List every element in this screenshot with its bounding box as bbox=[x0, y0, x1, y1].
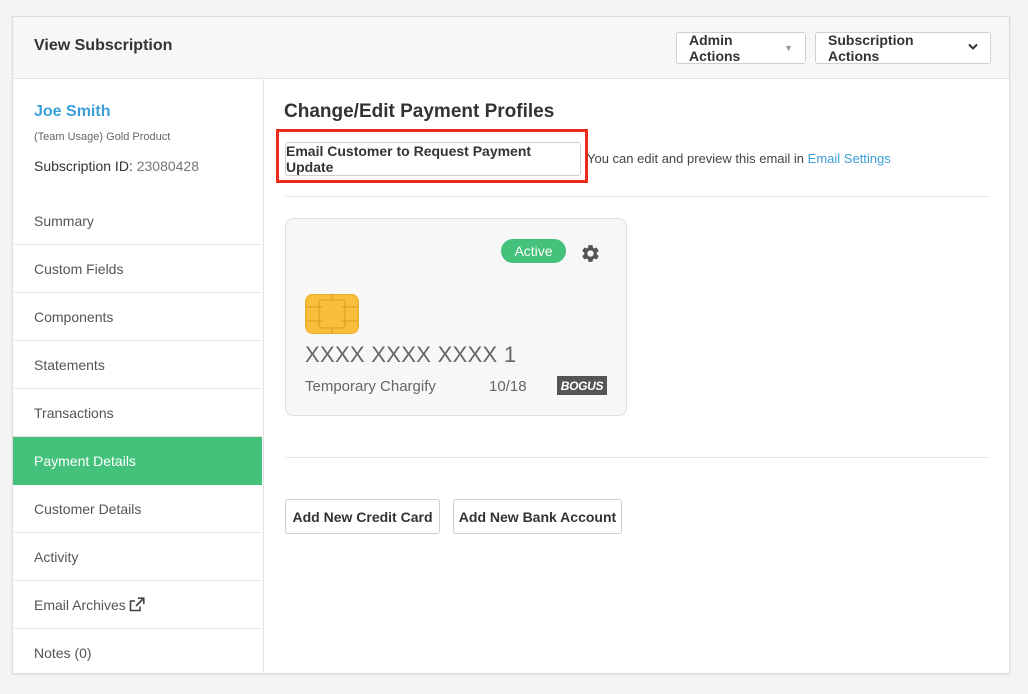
sidebar-item-payment-details[interactable]: Payment Details bbox=[13, 437, 262, 485]
email-note-text: You can edit and preview this email in bbox=[587, 151, 805, 166]
email-note: You can edit and preview this email in E… bbox=[587, 151, 891, 166]
divider bbox=[285, 196, 989, 197]
sidebar-item-email-archives[interactable]: Email Archives bbox=[13, 581, 262, 629]
add-credit-card-button[interactable]: Add New Credit Card bbox=[285, 499, 440, 534]
sidebar-item-label: Customer Details bbox=[34, 500, 142, 517]
sidebar-item-label: Notes (0) bbox=[34, 644, 92, 661]
sidebar-item-label: Activity bbox=[34, 548, 79, 565]
sidebar-item-notes[interactable]: Notes (0) bbox=[13, 629, 262, 676]
subscription-id-label: Subscription ID: bbox=[34, 158, 133, 174]
caret-down-icon: ▼ bbox=[784, 43, 793, 53]
sidebar-item-label: Custom Fields bbox=[34, 260, 124, 277]
sidebar-item-transactions[interactable]: Transactions bbox=[13, 389, 262, 437]
sidebar: Joe Smith (Team Usage) Gold Product Subs… bbox=[13, 78, 264, 673]
payment-card: Active XXXX XXXX XXXX 1 Temporary Chargi… bbox=[285, 218, 627, 416]
card-brand-logo: BOGUS bbox=[557, 376, 607, 395]
subscription-panel: View Subscription Admin Actions ▼ Subscr… bbox=[12, 16, 1010, 674]
card-number: XXXX XXXX XXXX 1 bbox=[305, 342, 517, 367]
gear-icon[interactable] bbox=[580, 243, 601, 269]
sidebar-item-components[interactable]: Components bbox=[13, 293, 262, 341]
cardholder-name: Temporary Chargify bbox=[305, 378, 436, 395]
divider bbox=[285, 457, 989, 458]
admin-actions-button[interactable]: Admin Actions ▼ bbox=[676, 32, 806, 64]
main-content: Change/Edit Payment Profiles Email Custo… bbox=[264, 78, 1009, 673]
admin-actions-label: Admin Actions bbox=[689, 32, 741, 64]
add-bank-account-button[interactable]: Add New Bank Account bbox=[453, 499, 622, 534]
card-expiry: 10/18 bbox=[489, 378, 527, 395]
subscription-actions-label: Subscription Actions bbox=[828, 32, 914, 64]
page-title: View Subscription bbox=[34, 37, 173, 54]
section-title: Change/Edit Payment Profiles bbox=[284, 101, 555, 122]
sidebar-item-label: Payment Details bbox=[34, 452, 136, 469]
email-customer-button[interactable]: Email Customer to Request Payment Update bbox=[285, 142, 581, 176]
sidebar-item-statements[interactable]: Statements bbox=[13, 341, 262, 389]
sidebar-item-custom-fields[interactable]: Custom Fields bbox=[13, 245, 262, 293]
card-chip-icon bbox=[305, 294, 359, 339]
sidebar-item-label: Email Archives bbox=[34, 596, 126, 613]
sidebar-nav: Summary Custom Fields Components Stateme… bbox=[13, 197, 262, 676]
sidebar-item-label: Components bbox=[34, 308, 114, 325]
subscription-id: Subscription ID: 23080428 bbox=[34, 158, 199, 174]
subscription-id-value: 23080428 bbox=[136, 158, 200, 174]
sidebar-item-customer-details[interactable]: Customer Details bbox=[13, 485, 262, 533]
panel-header: View Subscription Admin Actions ▼ Subscr… bbox=[13, 17, 1009, 79]
subscription-actions-button[interactable]: Subscription Actions bbox=[815, 32, 991, 64]
email-settings-link[interactable]: Email Settings bbox=[808, 151, 891, 166]
chevron-down-icon bbox=[968, 43, 978, 54]
customer-name-link[interactable]: Joe Smith bbox=[34, 103, 110, 121]
sidebar-item-summary[interactable]: Summary bbox=[13, 197, 262, 245]
sidebar-item-label: Summary bbox=[34, 212, 94, 229]
sidebar-item-label: Statements bbox=[34, 356, 105, 373]
sidebar-item-label: Transactions bbox=[34, 404, 114, 421]
product-name: (Team Usage) Gold Product bbox=[34, 131, 171, 143]
status-badge: Active bbox=[501, 239, 566, 263]
sidebar-item-activity[interactable]: Activity bbox=[13, 533, 262, 581]
external-link-icon bbox=[129, 597, 145, 612]
